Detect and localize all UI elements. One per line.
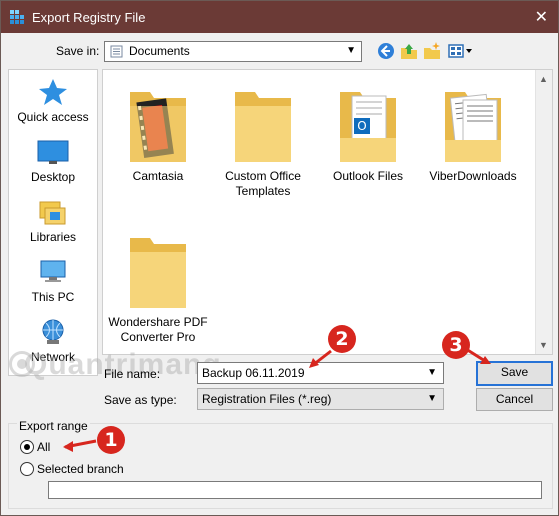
chevron-down-icon: ▼ <box>346 45 356 56</box>
save-as-type-label: Save as type: <box>104 393 177 407</box>
documents-folder-icon <box>110 45 123 58</box>
place-this-pc[interactable]: This PC <box>9 260 97 318</box>
place-label: This PC <box>31 290 75 304</box>
place-label: Libraries <box>29 230 77 244</box>
save-as-type-select[interactable]: Registration Files (*.reg) ▼ <box>197 388 444 410</box>
view-menu-icon[interactable] <box>447 41 473 61</box>
file-name-label: File name: <box>104 367 161 381</box>
save-as-type-value: Registration Files (*.reg) <box>202 392 332 406</box>
file-item-wondershare[interactable]: Wondershare PDF Converter Pro <box>103 228 213 345</box>
folder-icon <box>235 92 291 162</box>
back-icon[interactable] <box>376 41 396 61</box>
place-label: Desktop <box>30 170 76 184</box>
file-name-line: Outlook Files <box>332 169 404 183</box>
file-name-value: Backup 06.11.2019 <box>202 366 305 380</box>
file-item-outlook-files[interactable]: O Outlook Files <box>313 82 423 184</box>
file-item-camtasia[interactable]: Camtasia <box>103 82 213 184</box>
title-bar: Export Registry File ✕ <box>1 1 558 33</box>
chevron-down-icon[interactable]: ▼ <box>427 367 437 378</box>
file-item-custom-office-templates[interactable]: Custom Office Templates <box>208 82 318 199</box>
place-label: Quick access <box>17 110 89 124</box>
selected-branch-input[interactable] <box>48 481 542 499</box>
file-name-line: Camtasia <box>132 169 184 183</box>
save-in-value: Documents <box>129 44 190 58</box>
annotation-badge-1: 1 <box>97 426 125 454</box>
svg-text:O: O <box>357 119 366 133</box>
libraries-icon <box>39 201 66 225</box>
selected-branch-radio[interactable] <box>20 462 34 476</box>
vertical-scrollbar[interactable]: ▲ ▼ <box>535 70 552 354</box>
selected-branch-label[interactable]: Selected branch <box>37 462 124 476</box>
close-icon[interactable]: ✕ <box>535 7 548 27</box>
export-range-title: Export range <box>17 419 90 433</box>
places-bar: Quick access Desktop Libraries This PC N… <box>8 69 98 376</box>
file-name-line: Custom Office <box>225 169 301 183</box>
annotation-badge-2: 2 <box>328 325 356 353</box>
scroll-up-icon[interactable]: ▲ <box>539 74 548 84</box>
computer-icon <box>40 260 66 282</box>
place-desktop[interactable]: Desktop <box>9 140 97 198</box>
save-button[interactable]: Save <box>476 361 553 386</box>
file-list[interactable]: Camtasia Custom Office Templates O Outlo… <box>102 69 553 355</box>
registry-editor-icon <box>10 10 24 24</box>
file-name-line: Wondershare PDF <box>108 315 208 329</box>
place-libraries[interactable]: Libraries <box>9 200 97 258</box>
cancel-button[interactable]: Cancel <box>476 388 553 411</box>
star-icon <box>39 79 67 105</box>
folder-outlook-icon: O <box>340 92 396 162</box>
up-folder-icon[interactable] <box>399 41 419 61</box>
chevron-down-icon: ▼ <box>427 393 437 404</box>
all-radio[interactable] <box>20 440 34 454</box>
file-name-input[interactable]: Backup 06.11.2019 ▼ <box>197 362 444 384</box>
save-in-label: Save in: <box>56 44 100 58</box>
file-name-line: Converter Pro <box>120 330 196 344</box>
network-icon <box>42 319 64 344</box>
folder-video-icon <box>130 92 186 162</box>
all-radio-label[interactable]: All <box>37 440 50 454</box>
window-title: Export Registry File <box>32 10 146 25</box>
export-registry-dialog: Export Registry File ✕ Save in: Document… <box>0 0 559 516</box>
folder-documents-icon <box>445 92 501 162</box>
file-item-viberdownloads[interactable]: ViberDownloads <box>418 82 528 184</box>
new-folder-icon[interactable] <box>422 41 442 61</box>
folder-icon <box>130 238 186 308</box>
desktop-icon <box>37 140 69 164</box>
file-name-line: Templates <box>235 184 291 198</box>
file-name-line: ViberDownloads <box>429 169 517 183</box>
annotation-badge-3: 3 <box>442 331 470 359</box>
scroll-down-icon[interactable]: ▼ <box>539 340 548 350</box>
place-quick-access[interactable]: Quick access <box>9 78 97 136</box>
save-in-dropdown[interactable]: Documents ▼ <box>104 41 362 62</box>
